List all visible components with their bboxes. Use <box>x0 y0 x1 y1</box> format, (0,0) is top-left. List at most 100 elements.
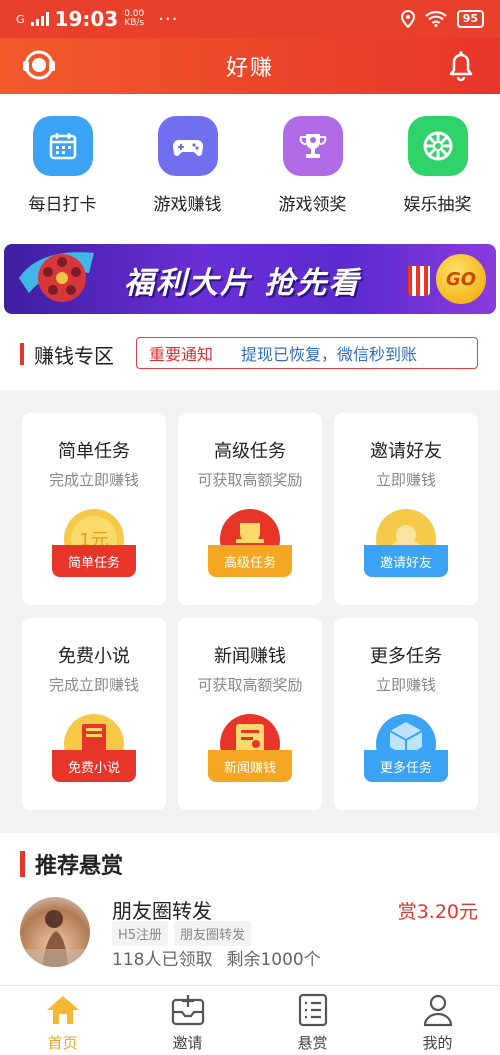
task-subtitle: 完成立即赚钱 <box>48 676 139 694</box>
list-icon <box>298 993 327 1027</box>
reward-stats: 118人已领取 剩余1000个 <box>112 945 335 970</box>
notice-message: 提现已恢复，微信秒到账 <box>241 345 418 364</box>
coin-badge-icon: 1元 简单任务 <box>52 509 136 577</box>
task-title: 新闻赚钱 <box>214 646 286 667</box>
tab-label: 悬赏 <box>297 1034 328 1052</box>
trophy-icon <box>299 134 326 158</box>
tab-label: 我的 <box>422 1034 453 1052</box>
section-marker <box>20 343 24 365</box>
banner-go-button[interactable]: GO <box>436 254 486 304</box>
clock: 19:03 <box>54 7 119 31</box>
reward-name: 朋友圈转发 <box>112 899 212 923</box>
reward-section-title: 推荐悬赏 <box>35 854 124 879</box>
tab-rewards[interactable]: 悬赏 <box>250 986 375 1055</box>
tab-invite[interactable]: 邀请 <box>125 986 250 1055</box>
avatar <box>20 897 90 967</box>
promo-banner[interactable]: 福利大片 抢先看 GO <box>4 244 496 314</box>
page-title: 好赚 <box>225 56 274 81</box>
tab-profile[interactable]: 我的 <box>375 986 500 1055</box>
reward-header: 推荐悬赏 <box>0 833 500 895</box>
earn-zone-title: 赚钱专区 <box>34 343 114 368</box>
task-subtitle: 立即赚钱 <box>375 676 436 694</box>
customer-service-icon[interactable] <box>20 46 58 84</box>
task-subtitle: 可获取高额奖励 <box>197 471 303 489</box>
badge-label: 高级任务 <box>224 555 276 571</box>
signal-icon <box>30 12 49 26</box>
badge-label: 新闻赚钱 <box>224 760 276 776</box>
popcorn-icon <box>408 266 430 296</box>
reward-amount: 赏3.20元 <box>397 901 478 923</box>
calendar-icon <box>49 133 76 160</box>
task-title: 邀请好友 <box>370 441 442 462</box>
notice-tag: 重要通知 <box>149 345 214 364</box>
more-notifications-icon: ··· <box>158 8 179 30</box>
speed-unit: KB/s <box>124 18 145 28</box>
notice-banner[interactable]: 重要通知 提现已恢复，微信秒到账 <box>136 337 478 369</box>
reward-section: 推荐悬赏 朋友圈转发 赏3.20元 H5注册 朋友圈转发 118人已领取 剩余10… <box>0 833 500 985</box>
task-card-more[interactable]: 更多任务 立即赚钱 更多任务 <box>334 618 478 810</box>
reward-tag: H5注册 <box>112 921 169 946</box>
bottom-tab-bar: 首页 邀请 悬赏 我的 <box>0 985 500 1055</box>
battery-icon: 95 <box>456 10 484 28</box>
cube-badge-icon: 更多任务 <box>364 714 448 782</box>
carrier-label: G <box>16 12 25 26</box>
quick-menu-label: 游戏赚钱 <box>153 195 222 215</box>
wifi-icon <box>425 11 447 27</box>
task-subtitle: 可获取高额奖励 <box>197 676 303 694</box>
quick-menu-icon-bg <box>157 116 218 176</box>
tab-label: 首页 <box>47 1034 78 1052</box>
tab-home[interactable]: 首页 <box>0 986 125 1055</box>
badge-label: 简单任务 <box>68 555 120 571</box>
news-badge-icon: 新闻赚钱 <box>208 714 292 782</box>
quick-menu-label: 游戏领奖 <box>278 195 347 215</box>
reward-tags: H5注册 朋友圈转发 <box>112 921 252 946</box>
badge-label: 邀请好友 <box>380 555 432 571</box>
tab-label: 邀请 <box>172 1034 203 1052</box>
book-badge-icon: 免费小说 <box>52 714 136 782</box>
quick-menu-game-earn[interactable]: 游戏赚钱 <box>133 116 243 232</box>
gamepad-icon <box>172 139 203 156</box>
app-header: 好赚 <box>0 38 500 94</box>
quick-menu-icon-bg <box>282 116 343 176</box>
home-icon <box>46 996 79 1024</box>
badge-label: 更多任务 <box>380 760 432 776</box>
badge-label: 免费小说 <box>68 761 120 776</box>
banner-headline: 福利大片 抢先看 <box>124 266 361 301</box>
network-speed: 0.00 KB/s <box>124 10 144 28</box>
location-icon <box>400 10 415 28</box>
reward-list-item[interactable]: 朋友圈转发 赏3.20元 H5注册 朋友圈转发 118人已领取 剩余1000个 <box>0 895 500 985</box>
quick-menu-label: 每日打卡 <box>28 195 97 215</box>
task-card-advanced[interactable]: 高级任务 可获取高额奖励 高级任务 <box>178 413 322 605</box>
reward-tag: 朋友圈转发 <box>174 921 252 946</box>
task-subtitle: 立即赚钱 <box>375 471 436 489</box>
status-bar: G 19:03 0.00 KB/s ··· 95 <box>0 0 500 38</box>
bell-icon[interactable] <box>442 46 480 84</box>
quick-menu-label: 娱乐抽奖 <box>403 195 472 215</box>
task-card-simple[interactable]: 简单任务 完成立即赚钱 1元 简单任务 <box>22 413 166 605</box>
user-icon <box>423 994 452 1027</box>
quick-menu: 每日打卡 游戏赚钱 游戏领奖 娱乐抽奖 <box>0 94 500 232</box>
task-title: 简单任务 <box>58 441 130 462</box>
quick-menu-game-prize[interactable]: 游戏领奖 <box>258 116 368 232</box>
task-subtitle: 完成立即赚钱 <box>48 471 139 489</box>
earn-zone-header: 赚钱专区 重要通知 提现已恢复，微信秒到账 <box>0 318 500 390</box>
invite-badge-icon: 邀请好友 <box>364 509 448 577</box>
film-reel-icon <box>19 252 94 302</box>
task-title: 更多任务 <box>370 646 442 667</box>
invite-icon <box>171 995 204 1026</box>
wheel-icon <box>423 131 452 161</box>
banner-area: 福利大片 抢先看 GO <box>0 232 500 318</box>
task-grid: 简单任务 完成立即赚钱 1元 简单任务 高级任务 可获取高额奖励 高级任务 邀请… <box>0 390 500 833</box>
task-card-invite[interactable]: 邀请好友 立即赚钱 邀请好友 <box>334 413 478 605</box>
task-card-novel[interactable]: 免费小说 完成立即赚钱 免费小说 <box>22 618 166 810</box>
task-title: 高级任务 <box>214 441 286 462</box>
quick-menu-icon-bg <box>407 116 468 176</box>
trophy-badge-icon: 高级任务 <box>208 509 292 577</box>
quick-menu-checkin[interactable]: 每日打卡 <box>8 116 118 232</box>
task-title: 免费小说 <box>58 646 130 667</box>
task-card-news[interactable]: 新闻赚钱 可获取高额奖励 新闻赚钱 <box>178 618 322 810</box>
reward-remaining: 剩余1000个 <box>226 950 321 970</box>
reward-claimed: 118人已领取 <box>112 950 213 970</box>
quick-menu-lottery[interactable]: 娱乐抽奖 <box>383 116 493 232</box>
section-marker <box>20 851 25 877</box>
